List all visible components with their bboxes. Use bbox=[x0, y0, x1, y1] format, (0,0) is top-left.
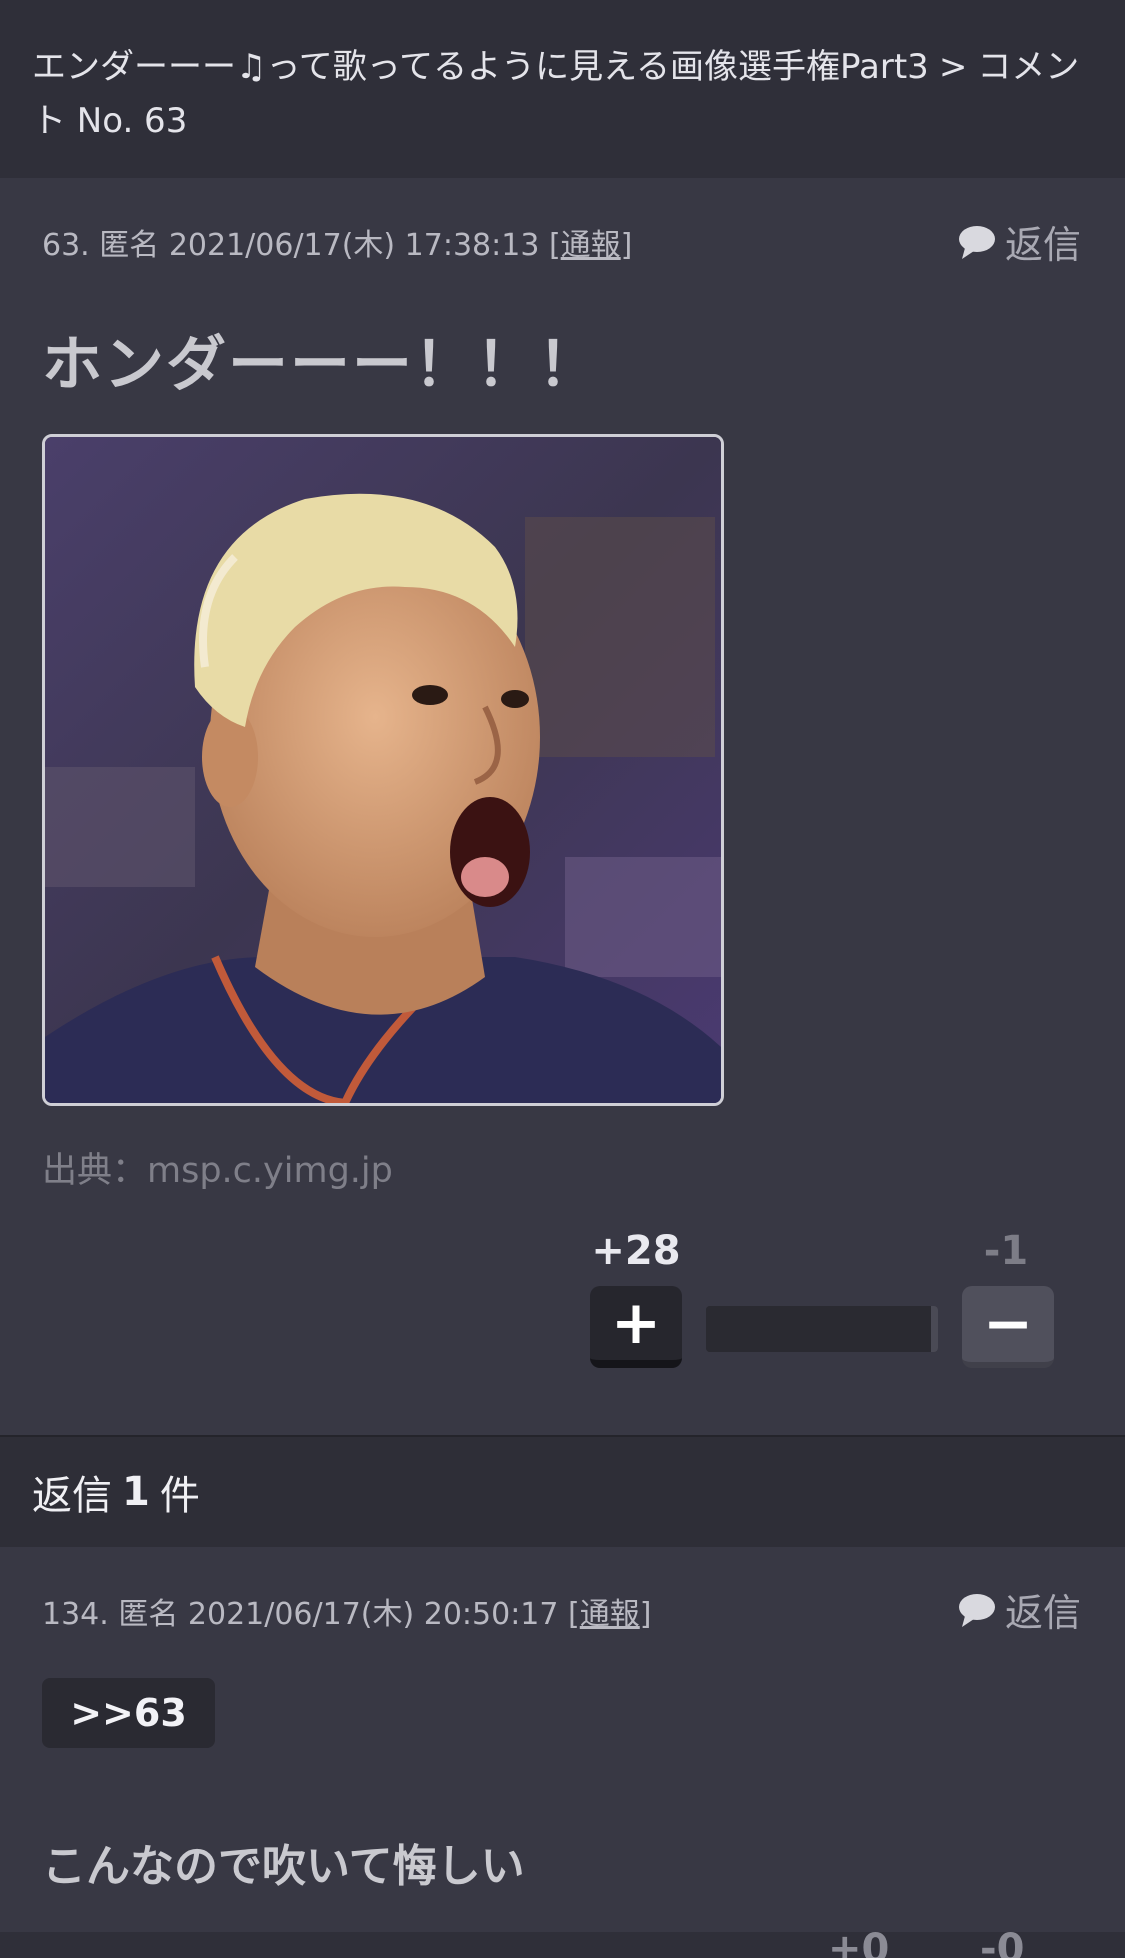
comment-meta: 63. 匿名 2021/06/17(木) 17:38:13 [通報] bbox=[42, 220, 632, 264]
comment-image[interactable] bbox=[42, 434, 724, 1106]
report-bracket-close: ] bbox=[620, 228, 633, 263]
reply-author: 匿名 bbox=[118, 1597, 179, 1632]
reply-button[interactable]: 返信 bbox=[957, 214, 1081, 269]
plus-icon: + bbox=[610, 1288, 662, 1358]
plus-vote-button[interactable]: + bbox=[590, 1286, 682, 1368]
speech-bubble-icon bbox=[958, 1593, 995, 1627]
replies-count: 1 bbox=[122, 1469, 150, 1515]
vote-ratio-bar bbox=[706, 1306, 938, 1352]
reply-plus-count: +0 bbox=[828, 1932, 890, 1958]
reply-report-link[interactable]: 通報 bbox=[580, 1597, 640, 1632]
anchor-link[interactable]: >>63 bbox=[42, 1678, 215, 1748]
thread-title-link[interactable]: エンダーーー♫って歌ってるように見える画像選手権Part3 bbox=[32, 47, 929, 87]
vote-ratio-rest bbox=[931, 1306, 938, 1352]
page-header: エンダーーー♫って歌ってるように見える画像選手権Part3 > コメント No. 6… bbox=[0, 0, 1125, 178]
report-bracket-open: [ bbox=[548, 228, 561, 263]
minus-vote-button[interactable]: − bbox=[962, 1286, 1054, 1368]
speech-bubble-icon bbox=[958, 225, 995, 259]
comment-number: 63. bbox=[42, 228, 90, 263]
shouting-player-photo bbox=[45, 437, 721, 1103]
minus-count: -1 bbox=[983, 1228, 1029, 1274]
reply-label: 返信 bbox=[1004, 223, 1081, 267]
reply-reply-button[interactable]: 返信 bbox=[957, 1582, 1081, 1637]
replies-suffix: 件 bbox=[159, 1473, 200, 1519]
minus-icon: − bbox=[982, 1289, 1034, 1359]
replies-prefix: 返信 bbox=[32, 1473, 112, 1519]
reply-votes-peek: +0 -0 bbox=[0, 1932, 1125, 1958]
comment-datetime: 2021/06/17(木) 17:38:13 bbox=[168, 228, 540, 263]
reply-datetime: 2021/06/17(木) 20:50:17 bbox=[187, 1597, 559, 1632]
reply-number: 134. bbox=[42, 1597, 109, 1632]
plus-count: +28 bbox=[591, 1228, 681, 1274]
reply-report-bracket-close: ] bbox=[639, 1597, 652, 1632]
reply-report-bracket-open: [ bbox=[568, 1597, 580, 1632]
comment-text: ホンダーーー！！！ bbox=[42, 330, 600, 400]
image-source: 出典：msp.c.yimg.jp bbox=[42, 1151, 393, 1191]
reply-text: こんなので吹いて悔しい bbox=[42, 1841, 525, 1892]
reply-minus-count: -0 bbox=[980, 1932, 1025, 1958]
breadcrumb-separator: > bbox=[938, 47, 968, 87]
comment-author: 匿名 bbox=[99, 228, 160, 263]
reply-reply-label: 返信 bbox=[1004, 1591, 1081, 1635]
vote-ratio-fill bbox=[706, 1306, 932, 1352]
reply-meta: 134. 匿名 2021/06/17(木) 20:50:17 [通報] bbox=[42, 1589, 651, 1633]
replies-header: 返信 1 件 bbox=[0, 1435, 1125, 1547]
report-link[interactable]: 通報 bbox=[561, 228, 621, 263]
